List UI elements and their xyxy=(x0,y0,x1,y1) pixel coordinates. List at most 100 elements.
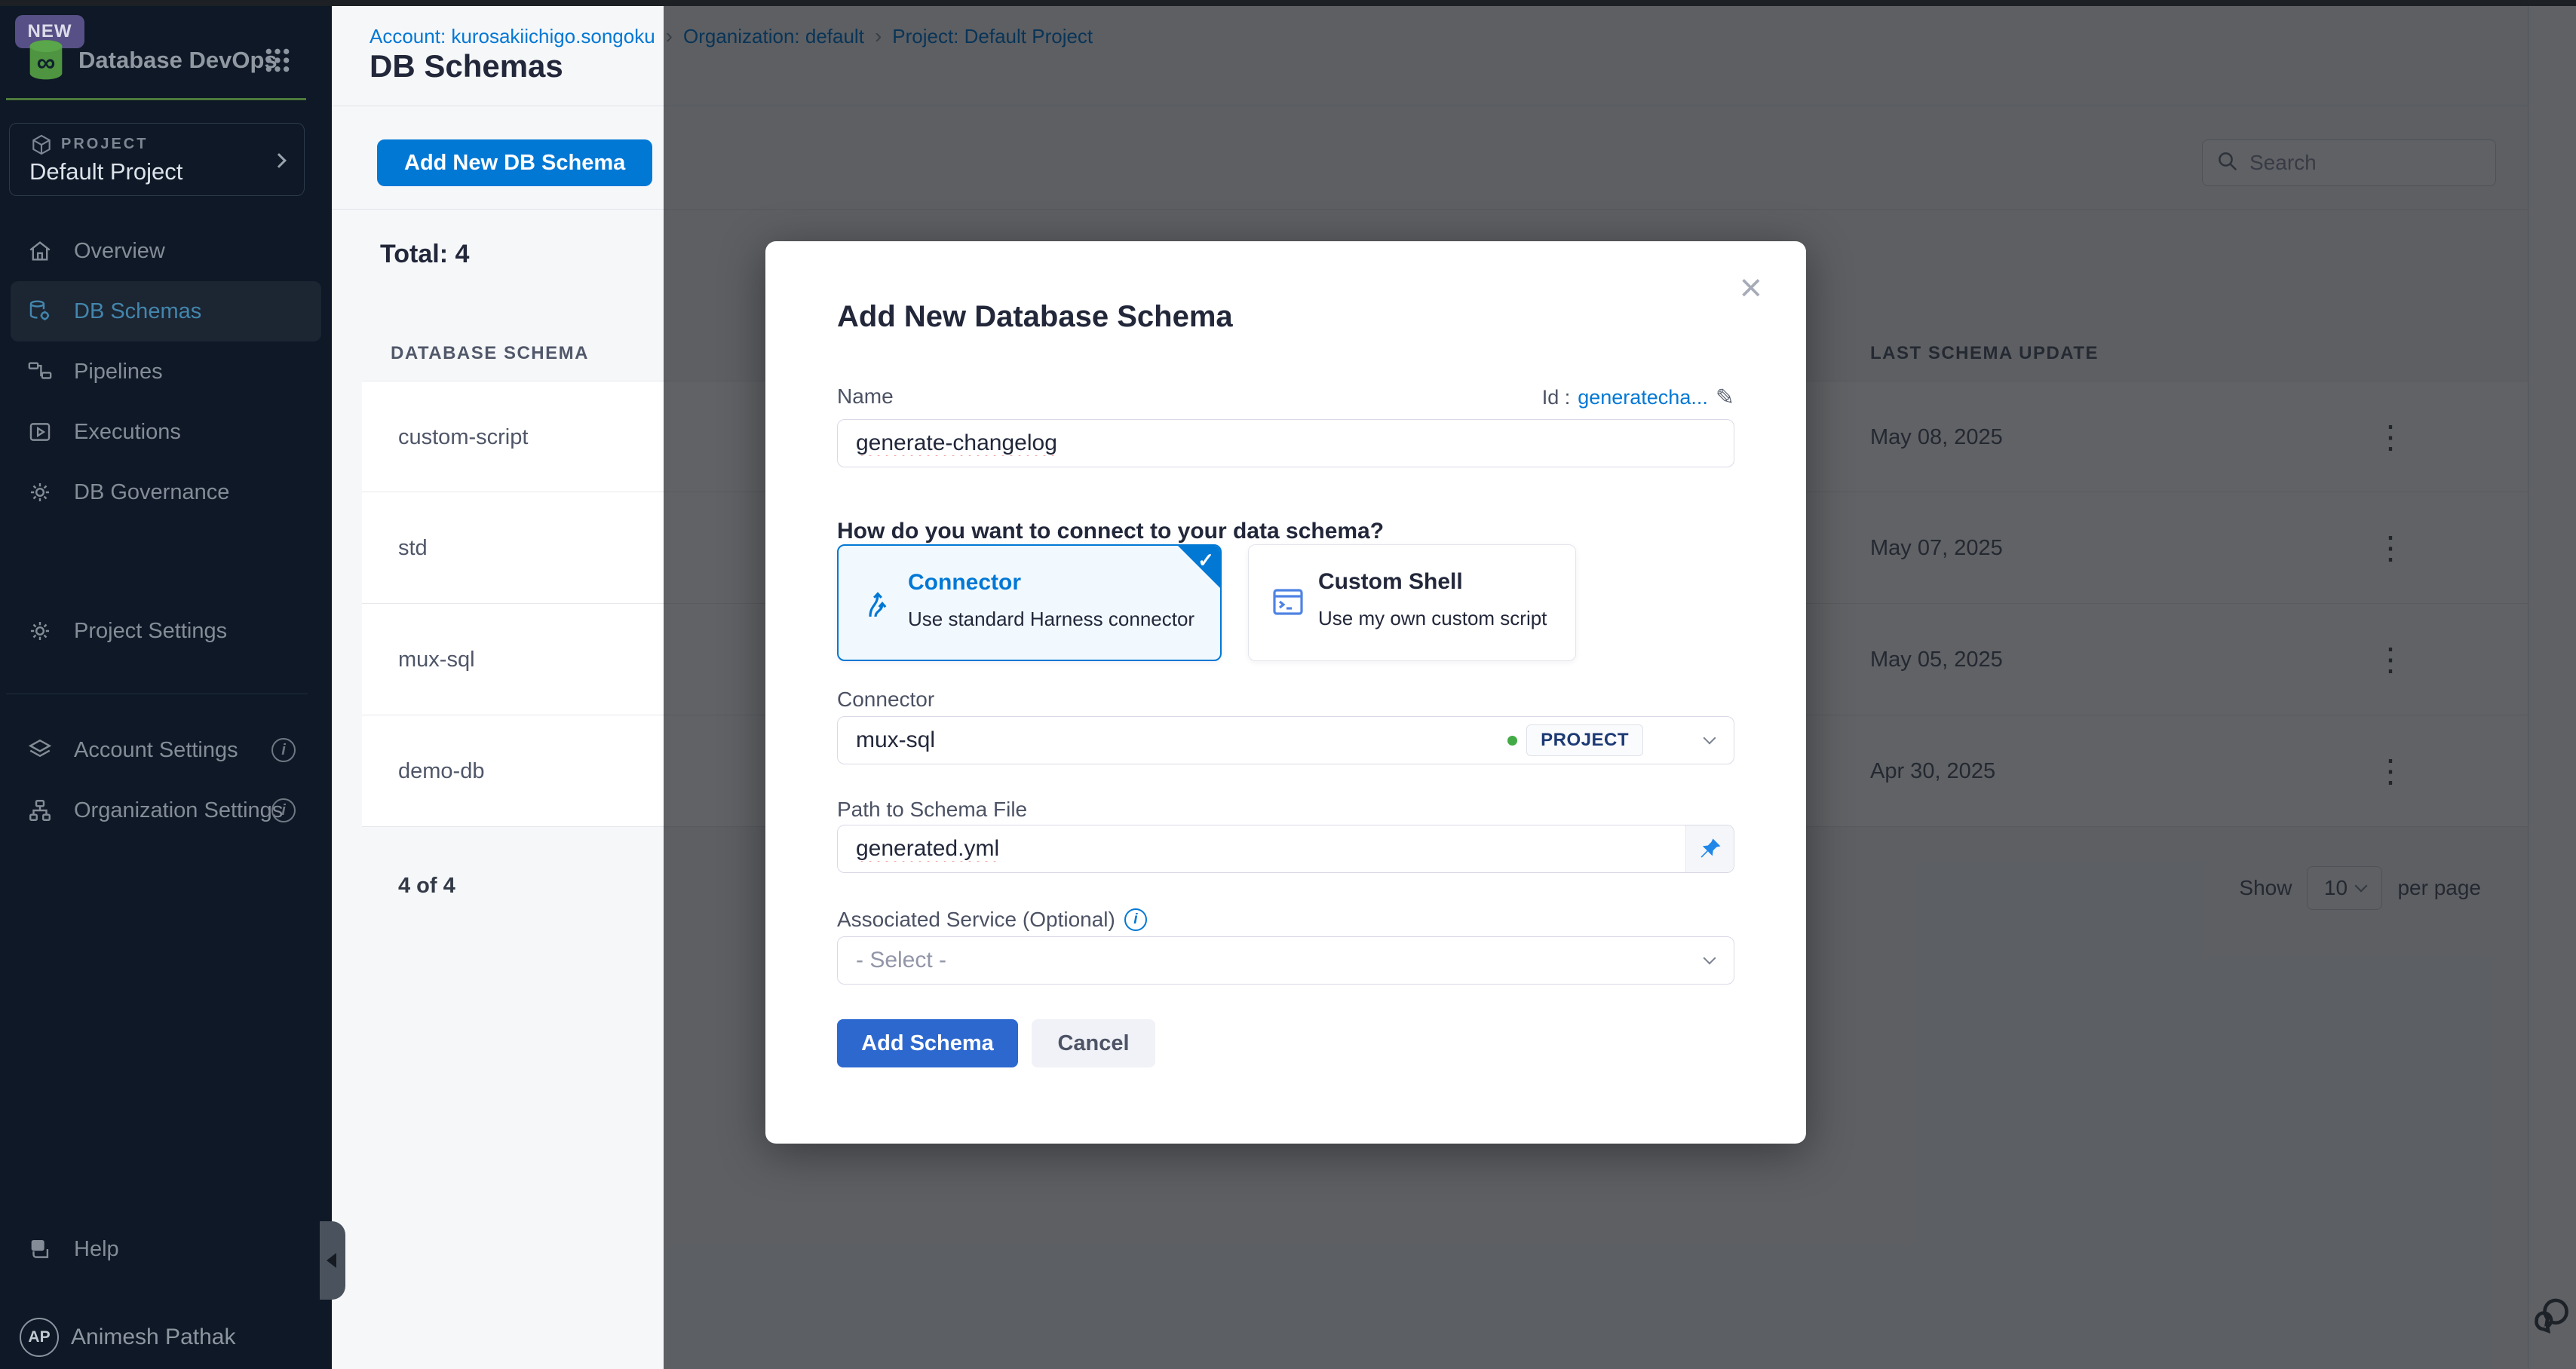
sidebar-item-overview[interactable]: Overview xyxy=(0,221,332,281)
sidebar-item-label: DB Governance xyxy=(74,480,229,505)
option-subtitle: Use my own custom script xyxy=(1318,607,1547,630)
sidebar-item-pipelines[interactable]: Pipelines xyxy=(0,341,332,402)
check-icon: ✓ xyxy=(1198,549,1214,572)
module-grid-icon[interactable] xyxy=(262,45,293,79)
user-menu[interactable]: AP Animesh Pathak xyxy=(0,1307,332,1367)
total-count: Total: 4 xyxy=(380,240,469,269)
sidebar-tertiary-nav: Account Settings i Organization Settings… xyxy=(0,720,332,841)
user-name: Animesh Pathak xyxy=(71,1325,235,1350)
sidebar-item-executions[interactable]: Executions xyxy=(0,402,332,462)
sidebar-item-project-settings[interactable]: Project Settings xyxy=(0,601,332,661)
chevron-down-icon xyxy=(1704,952,1716,965)
terminal-icon xyxy=(1270,584,1306,620)
db-schema-icon xyxy=(27,299,53,324)
chevron-right-icon xyxy=(271,153,287,168)
gear-icon xyxy=(27,618,53,644)
info-icon[interactable]: i xyxy=(271,798,296,822)
pipelines-icon xyxy=(27,359,53,384)
option-subtitle: Use standard Harness connector xyxy=(908,608,1194,631)
sidebar-nav: Overview DB Schemas xyxy=(0,221,332,522)
sidebar-item-account-settings[interactable]: Account Settings i xyxy=(0,720,332,780)
info-icon[interactable]: i xyxy=(1124,908,1147,931)
connector-scope: PROJECT xyxy=(1507,724,1643,756)
sidebar-item-db-schemas[interactable]: DB Schemas xyxy=(11,281,321,341)
pin-icon[interactable] xyxy=(1685,825,1734,872)
schema-name: custom-script xyxy=(398,425,528,450)
sidebar-item-db-governance[interactable]: DB Governance xyxy=(0,462,332,522)
add-schema-modal: × Add New Database Schema Name Id : gene… xyxy=(765,241,1806,1144)
column-header-database-schema: DATABASE SCHEMA xyxy=(391,343,589,364)
help-chat-icon: ? xyxy=(27,1236,53,1262)
id-label: Id : xyxy=(1542,386,1571,409)
path-field xyxy=(837,825,1734,873)
module-accent-line xyxy=(6,98,306,100)
service-select[interactable]: - Select - xyxy=(837,936,1734,985)
page-title: DB Schemas xyxy=(370,48,563,84)
option-card-connector[interactable]: ✓ Connector Use standard Harness connect… xyxy=(837,544,1222,661)
cancel-button[interactable]: Cancel xyxy=(1032,1019,1155,1067)
option-title: Connector xyxy=(908,570,1021,596)
schema-name: std xyxy=(398,536,428,561)
sidebar-item-label: Pipelines xyxy=(74,360,163,384)
sidebar-item-label: Organization Settings xyxy=(74,798,283,823)
sidebar-item-organization-settings[interactable]: Organization Settings i xyxy=(0,780,332,841)
chevron-down-icon xyxy=(1704,732,1716,745)
sidebar-item-label: Account Settings xyxy=(74,738,238,763)
app-window: NEW ∞ Database DevOps PROJECT xyxy=(0,0,2576,1369)
connector-select[interactable]: mux-sql PROJECT xyxy=(837,716,1734,764)
modal-actions: Add Schema Cancel xyxy=(837,1019,1155,1067)
sidebar: NEW ∞ Database DevOps PROJECT xyxy=(0,6,332,1369)
sidebar-collapse-handle[interactable] xyxy=(320,1221,345,1300)
entity-id: Id : generatecha... ✎ xyxy=(1542,384,1734,411)
sidebar-item-label: Overview xyxy=(74,239,165,264)
sidebar-item-label: DB Schemas xyxy=(74,299,201,324)
close-icon[interactable]: × xyxy=(1740,268,1762,308)
project-selector[interactable]: PROJECT Default Project xyxy=(9,123,305,196)
name-input[interactable] xyxy=(837,419,1734,467)
org-chart-icon xyxy=(27,798,53,823)
path-input[interactable] xyxy=(838,825,1685,872)
cube-icon xyxy=(29,133,54,161)
window-top-strip xyxy=(0,0,2576,6)
schema-name: demo-db xyxy=(398,759,484,784)
schema-name: mux-sql xyxy=(398,648,475,672)
breadcrumb-account[interactable]: Account: kurosakiichigo.songoku xyxy=(370,25,655,48)
app-title: Database DevOps xyxy=(78,47,278,74)
svg-text:?: ? xyxy=(35,1240,40,1251)
connector-value: mux-sql xyxy=(856,727,935,753)
service-label: Associated Service (Optional) xyxy=(837,908,1115,932)
status-dot-icon xyxy=(1507,736,1517,746)
database-devops-logo-icon: ∞ xyxy=(21,36,71,88)
service-label-row: Associated Service (Optional) i xyxy=(837,908,1147,932)
project-selector-name: Default Project xyxy=(29,158,182,185)
svg-text:∞: ∞ xyxy=(37,49,56,78)
governance-gear-icon xyxy=(27,479,53,505)
service-placeholder: - Select - xyxy=(856,948,946,973)
pagination-range: 4 of 4 xyxy=(398,874,455,899)
name-label: Name xyxy=(837,384,894,409)
scope-pill: PROJECT xyxy=(1526,724,1643,756)
sidebar-item-label: Executions xyxy=(74,420,181,445)
info-icon[interactable]: i xyxy=(271,738,296,762)
connect-question: How do you want to connect to your data … xyxy=(837,519,1384,544)
modal-title: Add New Database Schema xyxy=(837,300,1233,334)
home-icon xyxy=(27,238,53,264)
sidebar-secondary-nav: Project Settings xyxy=(0,601,332,661)
executions-icon xyxy=(27,419,53,445)
add-schema-button[interactable]: Add Schema xyxy=(837,1019,1018,1067)
collapse-arrow-icon xyxy=(327,1253,336,1268)
project-selector-label: PROJECT xyxy=(61,136,148,153)
layers-icon xyxy=(27,737,53,763)
option-title: Custom Shell xyxy=(1318,569,1463,595)
connector-label: Connector xyxy=(837,688,934,712)
connector-arrows-icon xyxy=(860,585,896,621)
sidebar-item-help[interactable]: ? Help xyxy=(0,1219,332,1279)
sidebar-item-label: Project Settings xyxy=(74,619,227,644)
path-label: Path to Schema File xyxy=(837,798,1027,822)
edit-pencil-icon[interactable]: ✎ xyxy=(1716,384,1734,411)
id-value-link[interactable]: generatecha... xyxy=(1578,386,1708,409)
add-new-db-schema-button[interactable]: Add New DB Schema xyxy=(377,139,652,186)
avatar: AP xyxy=(20,1318,59,1357)
option-card-custom-shell[interactable]: Custom Shell Use my own custom script xyxy=(1248,544,1576,661)
help-label: Help xyxy=(74,1237,119,1262)
